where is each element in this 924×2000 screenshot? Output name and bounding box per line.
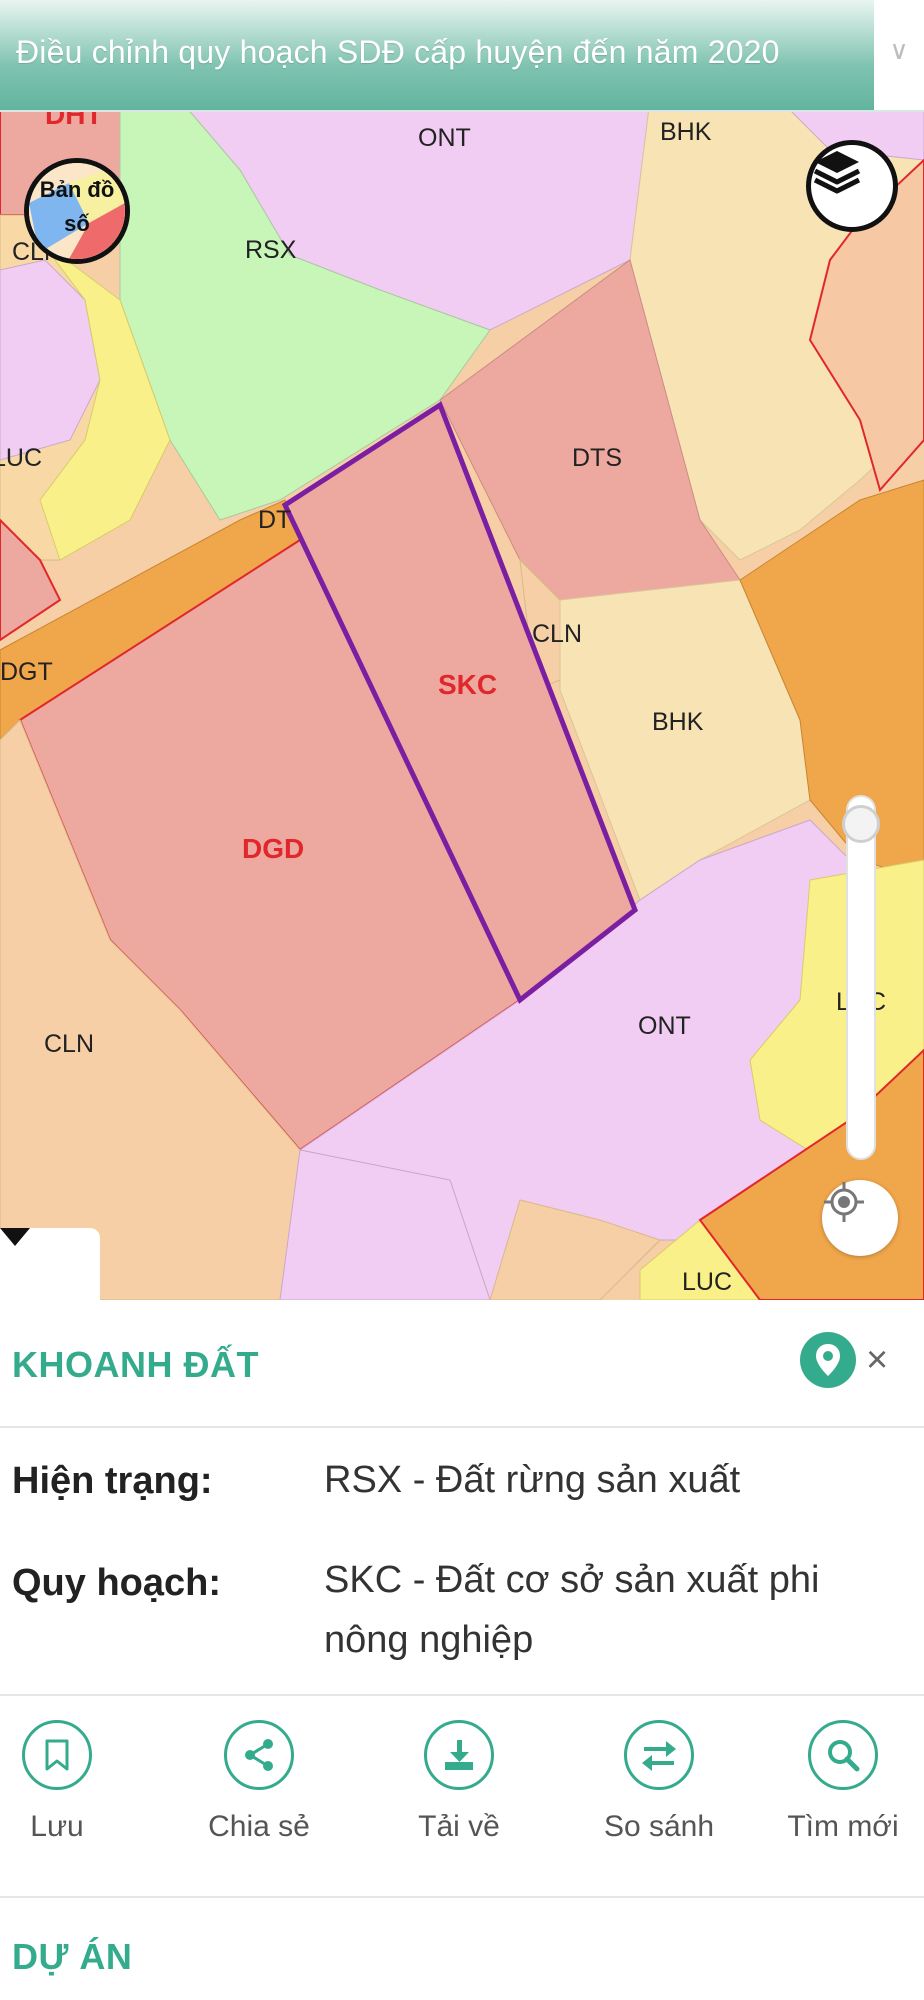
map-layer-selector[interactable]: Điều chỉnh quy hoạch SDĐ cấp huyện đến n… <box>0 0 924 112</box>
download-label: Tải về <box>418 1810 500 1843</box>
divider <box>0 1694 924 1696</box>
caret-down-icon <box>0 1228 30 1246</box>
save-button[interactable]: Lưu <box>0 1720 132 1844</box>
close-icon[interactable]: × <box>866 1338 888 1382</box>
locate-parcel-button[interactable] <box>800 1332 856 1388</box>
crosshair-icon <box>824 1182 864 1222</box>
zoom-slider-handle[interactable] <box>842 804 880 843</box>
divider <box>0 1896 924 1898</box>
parcel-section-title: KHOANH ĐẤT <box>12 1344 259 1385</box>
zone-label-luc-left: LUC <box>0 444 42 472</box>
current-use-value: RSX - Đất rừng sản xuất <box>324 1459 741 1501</box>
parcel-info-panel: KHOANH ĐẤT × Hiện trạng: RSX - Đất rừng … <box>0 1300 924 2000</box>
divider <box>0 1426 924 1428</box>
compare-button[interactable]: So sánh <box>584 1720 734 1844</box>
current-use-label: Hiện trạng: <box>12 1460 213 1502</box>
zone-label-bhk-mid: BHK <box>652 708 704 736</box>
collapse-panel-button[interactable] <box>0 1228 100 1300</box>
download-button[interactable]: Tải về <box>384 1720 534 1844</box>
zone-label-luc-bottom: LUC <box>682 1268 732 1296</box>
map-layer-title: Điều chỉnh quy hoạch SDĐ cấp huyện đến n… <box>16 34 780 70</box>
compare-icon <box>624 1720 694 1790</box>
search-icon <box>808 1720 878 1790</box>
map-pin-icon <box>816 1344 840 1376</box>
chevron-down-icon[interactable]: ∨ <box>874 0 924 110</box>
action-bar: Lưu Chia sẻ Tải về So sánh Tìm mới <box>0 1720 924 1880</box>
planned-use-value: SKC - Đất cơ sở sản xuất phi nông nghiệp <box>324 1559 820 1661</box>
zone-label-dgd: DGD <box>242 833 304 864</box>
planned-use-label: Quy hoạch: <box>12 1562 222 1604</box>
zone-label-skc: SKC <box>438 669 497 700</box>
zone-label-dgt: DGT <box>0 658 53 686</box>
my-location-button[interactable] <box>822 1180 898 1256</box>
share-button[interactable]: Chia sẻ <box>184 1720 334 1844</box>
zone-label-bhk-top: BHK <box>660 118 712 146</box>
zone-label-ont-top: ONT <box>418 124 471 152</box>
zone-label-ont-bottom: ONT <box>638 1012 691 1040</box>
compare-label: So sánh <box>603 1810 715 1843</box>
download-icon <box>424 1720 494 1790</box>
new-search-label: Tìm mới <box>787 1810 899 1843</box>
zone-label-dt: DT <box>258 506 291 534</box>
share-label: Chia sẻ <box>208 1810 310 1843</box>
save-label: Lưu <box>30 1810 84 1843</box>
zoom-slider-track[interactable] <box>846 795 876 1160</box>
map-canvas[interactable]: DHT ONT BHK RSX CLN LUC DTS DT CLN DGT S… <box>0 0 924 1300</box>
share-icon <box>224 1720 294 1790</box>
new-search-button[interactable]: Tìm mới <box>768 1720 918 1844</box>
app-screen: DHT ONT BHK RSX CLN LUC DTS DT CLN DGT S… <box>0 0 924 2000</box>
project-section-title: DỰ ÁN <box>12 1936 133 1977</box>
map-view[interactable]: DHT ONT BHK RSX CLN LUC DTS DT CLN DGT S… <box>0 0 924 1300</box>
layers-button[interactable] <box>806 140 898 232</box>
basemap-toggle-button[interactable]: Bản đồ số <box>24 158 130 264</box>
basemap-toggle-label: Bản đồ số <box>39 177 115 236</box>
layers-icon <box>813 151 861 194</box>
zone-label-dts: DTS <box>572 444 622 472</box>
zone-label-cln-bottom: CLN <box>44 1030 94 1058</box>
zone-label-rsx: RSX <box>245 236 297 264</box>
zone-label-cln-mid: CLN <box>532 620 582 648</box>
bookmark-icon <box>22 1720 92 1790</box>
